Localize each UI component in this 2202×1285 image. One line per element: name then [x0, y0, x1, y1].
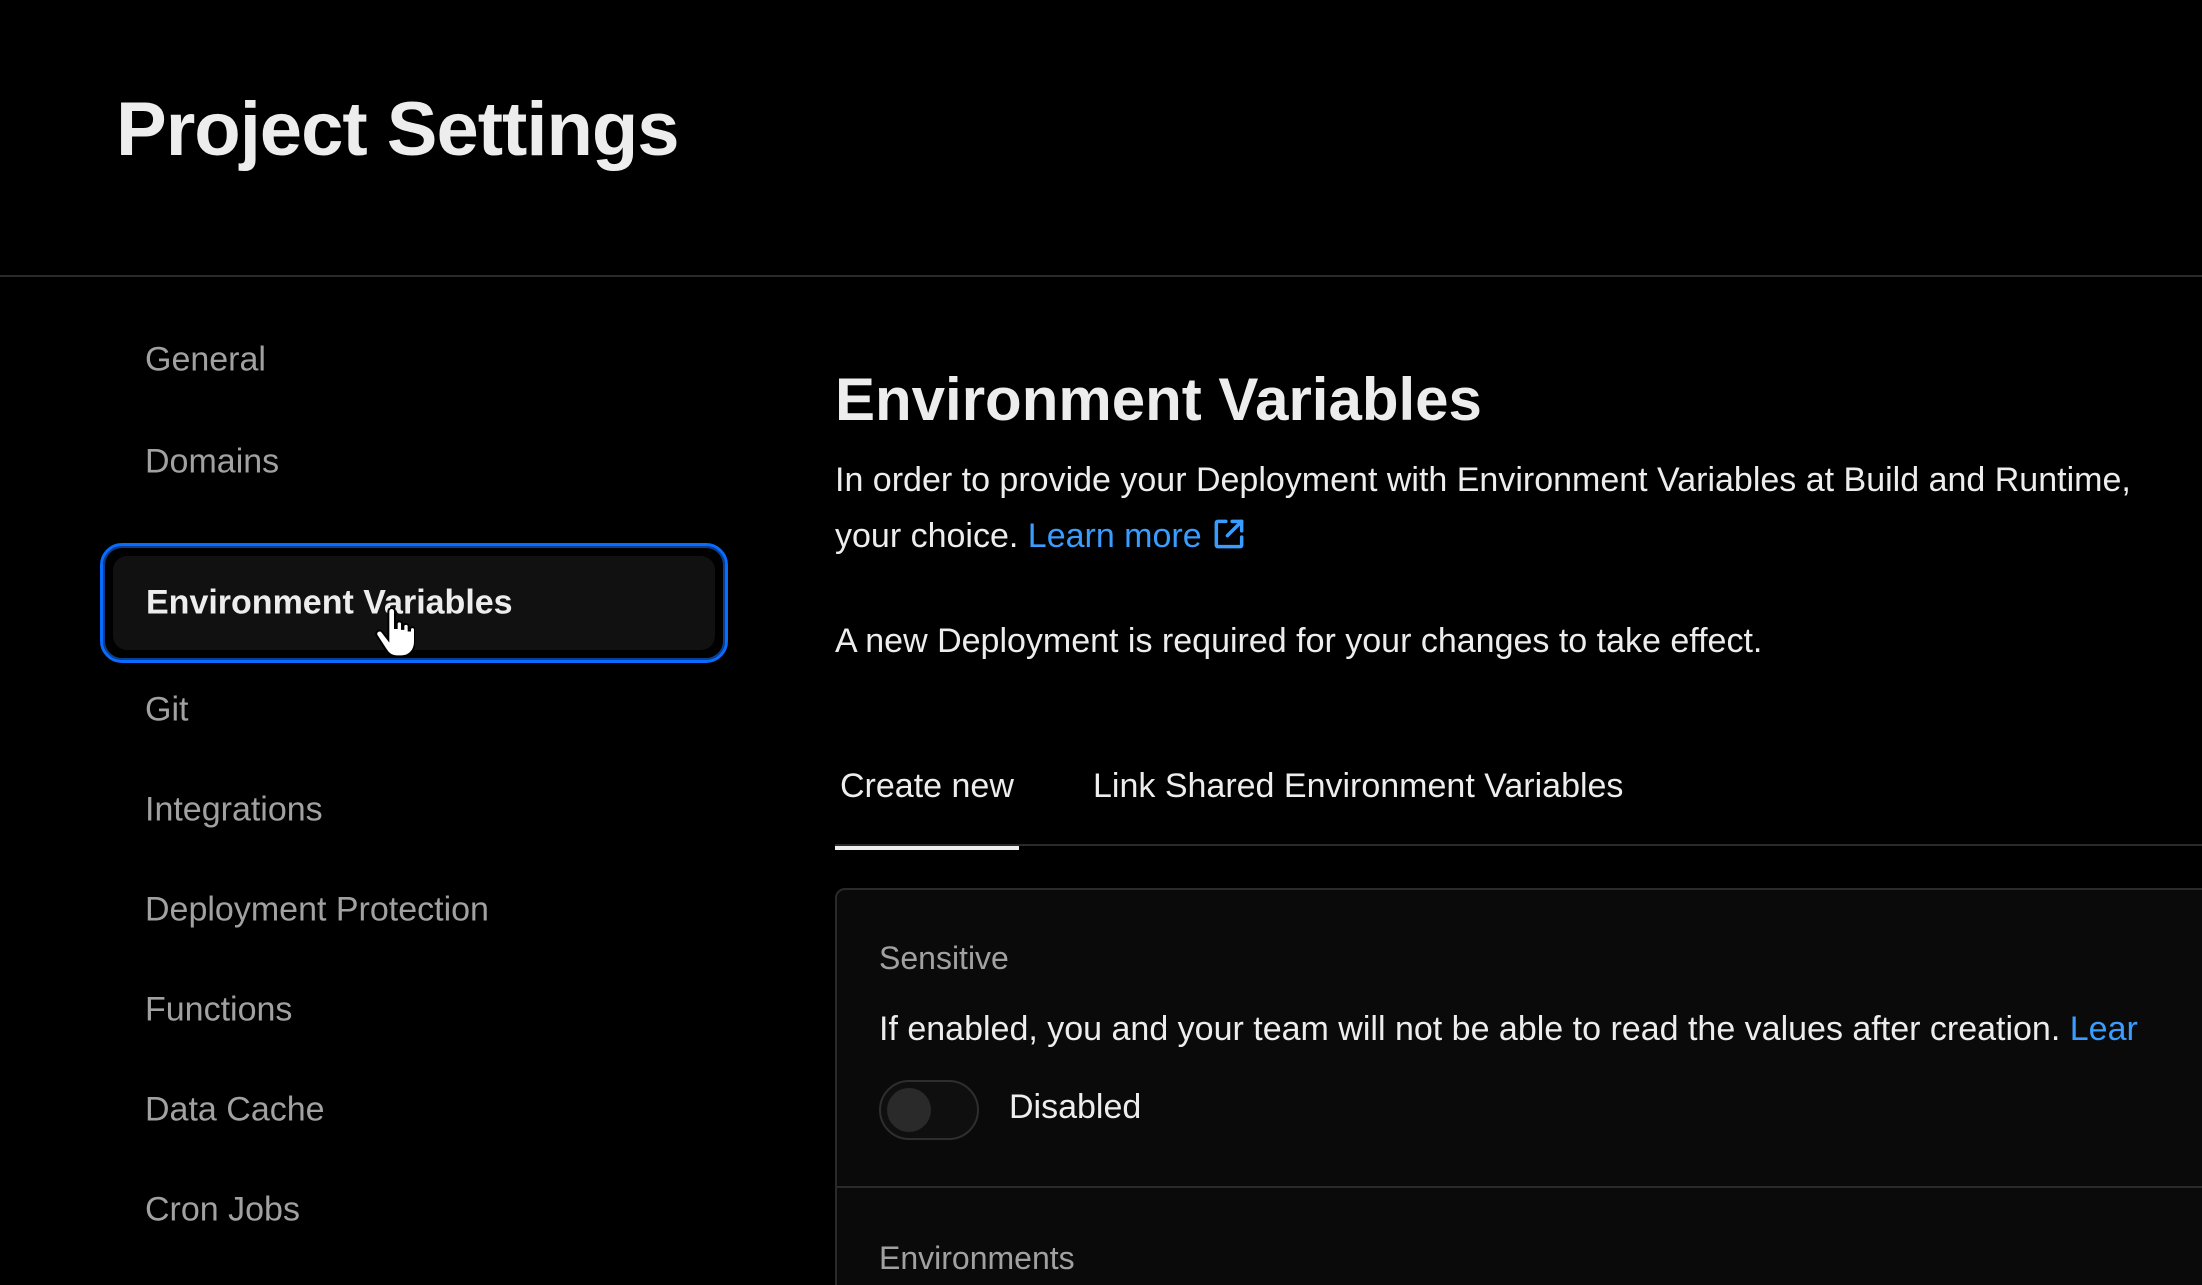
sidebar-item-label: Deployment Protection: [145, 890, 489, 929]
tab-create-new[interactable]: Create new: [835, 750, 1019, 850]
sidebar-item-domains[interactable]: Domains: [100, 402, 728, 522]
env-tabs: Create new Link Shared Environment Varia…: [835, 750, 2202, 850]
card-divider: [837, 1186, 2202, 1188]
learn-more-link-label: Learn more: [1027, 517, 1202, 555]
page: Project Settings General Domains Environ…: [0, 0, 2202, 1285]
description-text-continued: your choice.: [835, 517, 1019, 555]
toggle-knob: [887, 1088, 931, 1132]
section-description: In order to provide your Deployment with…: [835, 452, 2202, 564]
sensitive-description-text: If enabled, you and your team will not b…: [879, 1010, 2061, 1048]
sidebar-item-cron-jobs[interactable]: Cron Jobs: [100, 1150, 728, 1270]
learn-more-link[interactable]: Learn more: [1028, 517, 1248, 555]
hand-pointer-icon: [375, 608, 415, 658]
external-link-icon: [1214, 519, 1244, 549]
sensitive-learn-more-link[interactable]: Lear: [2070, 1010, 2138, 1048]
sensitive-label: Sensitive: [879, 940, 1009, 976]
sensitive-toggle-label: Disabled: [1009, 1088, 1142, 1126]
sensitive-description: If enabled, you and your team will not b…: [879, 1010, 2138, 1049]
sidebar-item-label: Functions: [145, 990, 293, 1029]
sidebar-item-label: Data Cache: [145, 1090, 325, 1129]
sensitive-toggle[interactable]: [879, 1080, 979, 1140]
page-header: Project Settings: [0, 0, 2202, 277]
redeploy-notice: A new Deployment is required for your ch…: [835, 622, 1763, 660]
sidebar-item-label: Domains: [145, 442, 280, 481]
sidebar-item-label: Integrations: [145, 790, 323, 829]
sidebar-item-label: General: [145, 340, 266, 379]
page-title: Project Settings: [116, 87, 680, 172]
sidebar-item-label: Environment Variables: [146, 583, 513, 622]
sidebar-item-label: Cron Jobs: [145, 1190, 300, 1229]
section-title: Environment Variables: [835, 366, 1482, 433]
tab-link-shared-environment-variables[interactable]: Link Shared Environment Variables: [1093, 750, 1623, 846]
create-env-card: Sensitive If enabled, you and your team …: [835, 888, 2202, 1285]
environments-label: Environments: [879, 1240, 1075, 1276]
description-text: In order to provide your Deployment with…: [835, 461, 2131, 499]
sidebar-item-label: Git: [145, 690, 189, 729]
